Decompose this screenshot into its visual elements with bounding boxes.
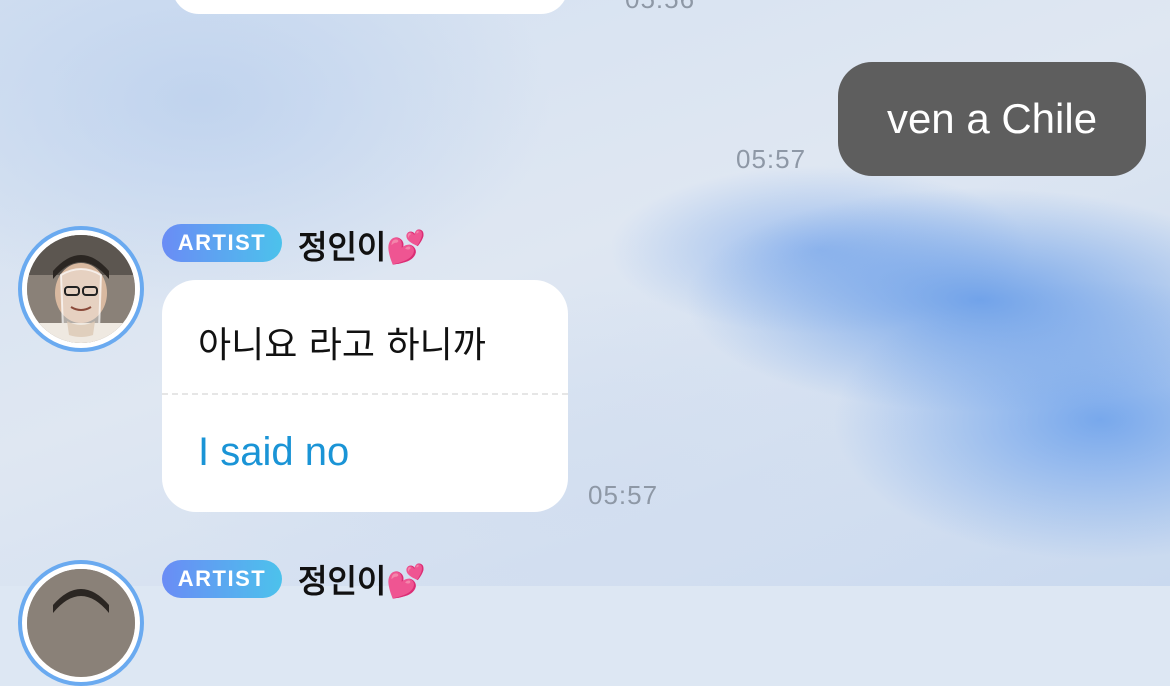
outgoing-message-bubble[interactable]: ven a Chile — [838, 62, 1146, 176]
outgoing-message-timestamp: 05:57 — [736, 144, 807, 174]
translation-divider — [162, 393, 568, 395]
sender-name: 정인이💕 — [298, 222, 426, 268]
translated-message-text[interactable]: I said no — [198, 430, 349, 475]
avatar-photo — [27, 235, 135, 343]
previous-message-bubble[interactable] — [172, 0, 568, 14]
artist-badge: ARTIST — [162, 224, 282, 262]
sender-emoji: 💕 — [386, 228, 427, 266]
incoming-message-bubble[interactable]: 아니요 라고 하니까 I said no — [162, 280, 568, 512]
next-artist-badge: ARTIST — [162, 560, 282, 598]
next-avatar-photo — [27, 569, 135, 677]
previous-message-timestamp: 05:56 — [625, 0, 695, 15]
next-artist-avatar[interactable] — [18, 560, 144, 686]
avatar-portrait-icon — [27, 235, 135, 343]
next-avatar-portrait-icon — [27, 569, 135, 677]
next-sender-name: 정인이💕 — [298, 556, 426, 602]
original-message-text: 아니요 라고 하니까 — [198, 325, 486, 366]
next-sender-emoji: 💕 — [386, 562, 427, 600]
outgoing-message-text: ven a Chile — [886, 95, 1098, 142]
sender-name-text: 정인이 — [298, 228, 387, 266]
next-sender-name-text: 정인이 — [298, 562, 387, 600]
artist-avatar[interactable] — [18, 226, 144, 352]
incoming-message-timestamp: 05:57 — [588, 480, 659, 510]
